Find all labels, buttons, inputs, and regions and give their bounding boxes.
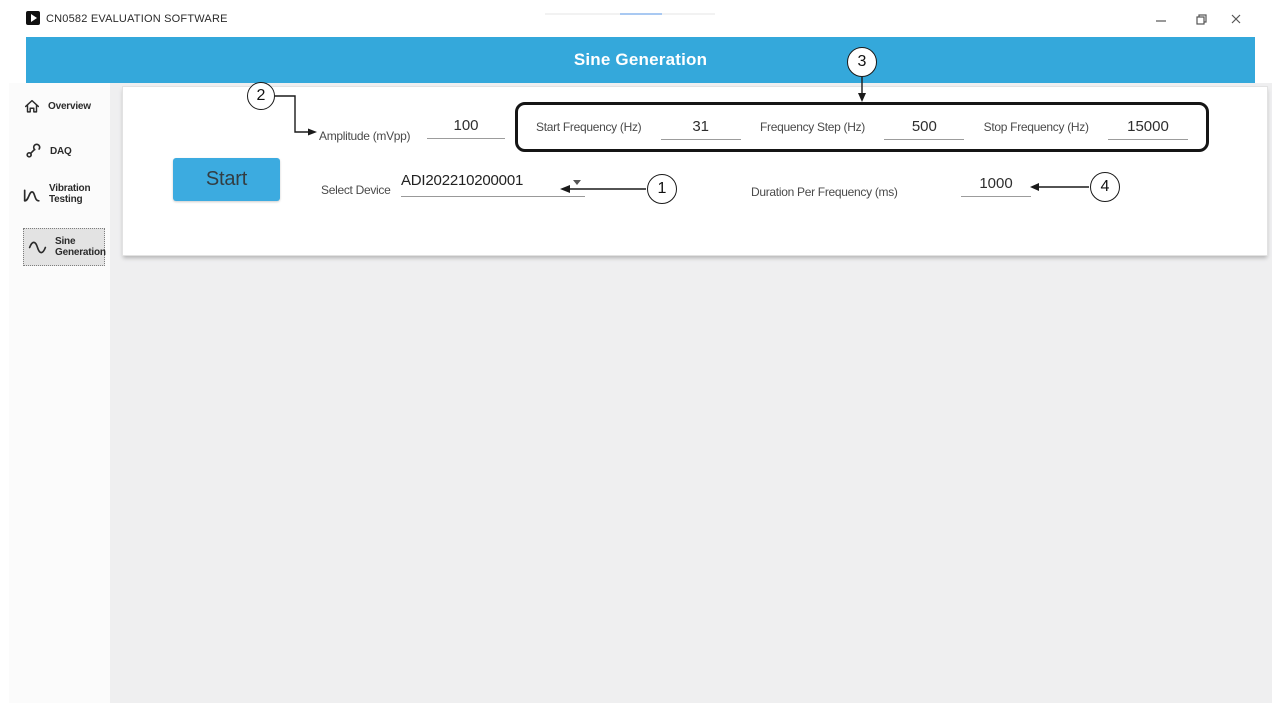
callout-1: 1	[647, 174, 677, 204]
callout-3: 3	[847, 47, 877, 77]
start-frequency-input[interactable]	[661, 114, 741, 140]
page-header: Sine Generation	[26, 37, 1255, 83]
device-dropdown[interactable]: ADI202210200001	[401, 169, 585, 197]
close-button[interactable]	[1221, 7, 1251, 31]
amplitude-input[interactable]	[427, 113, 505, 139]
start-frequency-label: Start Frequency (Hz)	[536, 120, 641, 134]
home-icon	[23, 97, 41, 115]
sidebar-item-vibration-testing[interactable]: Vibration Testing	[21, 183, 101, 205]
device-dropdown-value: ADI202210200001	[401, 172, 523, 189]
sidebar-item-sine-generation[interactable]: Sine Generation	[23, 228, 105, 266]
frequency-step-input[interactable]	[884, 114, 964, 140]
duration-per-frequency-input[interactable]	[961, 171, 1031, 197]
page-title: Sine Generation	[26, 37, 1255, 83]
vibration-curve-icon	[21, 184, 42, 205]
duration-per-frequency-label: Duration Per Frequency (ms)	[751, 185, 898, 199]
minimize-icon	[1156, 14, 1166, 24]
callout-4: 4	[1090, 172, 1120, 202]
sidebar-item-label: Overview	[48, 101, 100, 112]
app-window: CN0582 EVALUATION SOFTWARE Sine Generati…	[0, 0, 1280, 720]
sine-generation-panel: Amplitude (mVpp) Start Frequency (Hz) Fr…	[122, 86, 1268, 256]
maximize-button[interactable]	[1186, 7, 1216, 31]
close-icon	[1231, 14, 1241, 24]
amplitude-label: Amplitude (mVpp)	[319, 129, 410, 143]
wrench-icon	[23, 141, 43, 161]
start-button[interactable]: Start	[173, 158, 280, 201]
sidebar-item-overview[interactable]: Overview	[23, 97, 100, 115]
titlebar: CN0582 EVALUATION SOFTWARE	[0, 0, 1280, 37]
sidebar-item-daq[interactable]: DAQ	[23, 141, 102, 161]
sine-wave-icon	[27, 237, 48, 258]
select-device-label: Select Device	[321, 183, 390, 197]
sidebar-item-label: DAQ	[50, 146, 102, 157]
stop-frequency-input[interactable]	[1108, 114, 1188, 140]
frequency-settings-group: Start Frequency (Hz) Frequency Step (Hz)…	[515, 102, 1209, 152]
callout-2: 2	[247, 82, 275, 110]
window-title: CN0582 EVALUATION SOFTWARE	[46, 13, 228, 25]
sidebar: Overview DAQ Vibration Testing	[9, 83, 110, 703]
sidebar-item-label: Vibration Testing	[49, 183, 101, 205]
stop-frequency-label: Stop Frequency (Hz)	[984, 120, 1089, 134]
sidebar-item-label: Sine Generation	[55, 236, 106, 258]
minimize-button[interactable]	[1146, 7, 1176, 31]
app-logo-icon	[26, 11, 40, 25]
top-edge-artifact	[545, 13, 715, 15]
frequency-step-label: Frequency Step (Hz)	[760, 120, 865, 134]
caret-down-icon	[573, 180, 581, 185]
restore-down-icon	[1196, 14, 1207, 25]
